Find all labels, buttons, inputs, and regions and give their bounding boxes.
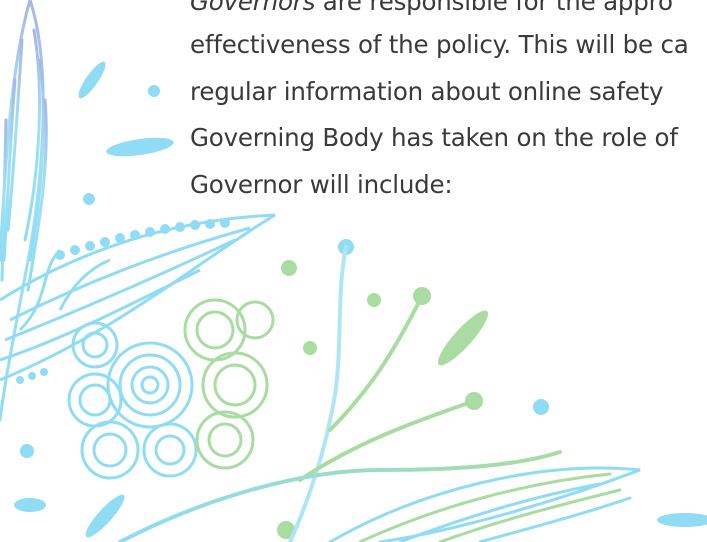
bottom-leaf — [328, 466, 641, 542]
flower-cluster — [67, 298, 275, 480]
emphasis-governors: Governors — [190, 0, 316, 16]
body-text-line: Governors are responsible for the appro — [190, 0, 673, 15]
body-text-line: Governor will include: — [190, 170, 453, 199]
body-text-line: Governing Body has taken on the role of — [190, 123, 678, 152]
stems — [118, 245, 562, 542]
document-page: Governors are responsible for the appro … — [0, 0, 707, 542]
body-text-line: regular information about online safety — [190, 77, 664, 106]
body-text-line: effectiveness of the policy. This will b… — [190, 30, 689, 59]
